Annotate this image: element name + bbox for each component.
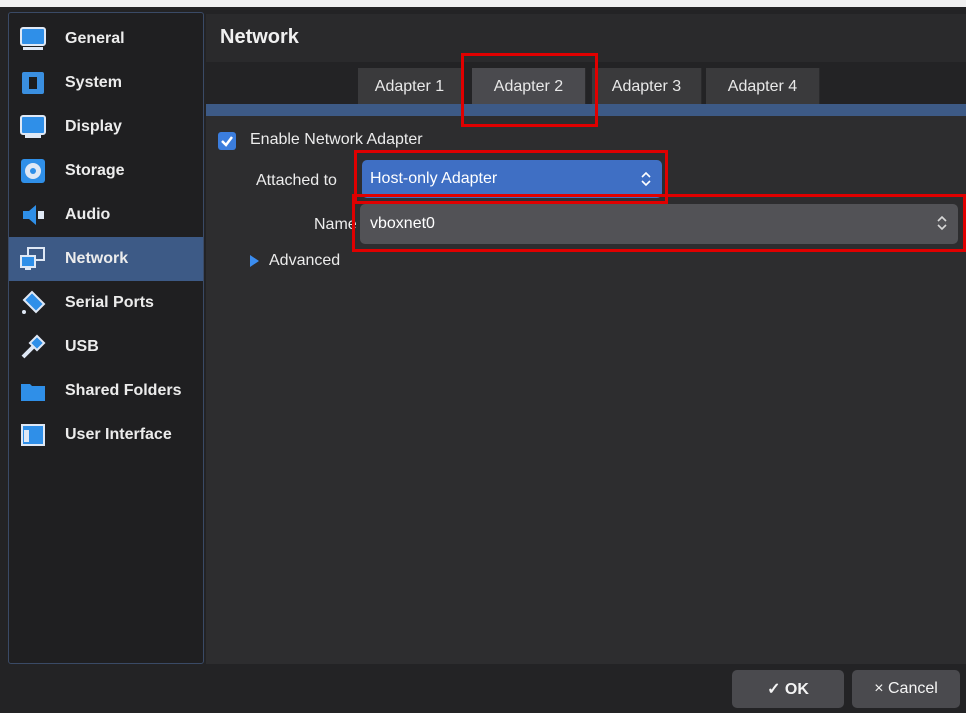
sidebar-item-general[interactable]: General: [9, 17, 203, 61]
sidebar-item-label: User Interface: [65, 426, 172, 443]
sidebar-item-storage[interactable]: Storage: [9, 149, 203, 193]
usb-icon: [19, 333, 47, 361]
sidebar-item-label: USB: [65, 338, 99, 355]
monitor-icon: [19, 25, 47, 53]
cancel-button[interactable]: × Cancel: [852, 670, 960, 708]
folder-icon: [19, 377, 47, 405]
chip-icon: [19, 69, 47, 97]
page-title: Network: [220, 26, 299, 48]
sidebar-item-user-interface[interactable]: User Interface: [9, 413, 203, 457]
enable-adapter-label: Enable Network Adapter: [250, 131, 423, 148]
tab-adapter-4[interactable]: Adapter 4: [706, 68, 820, 106]
disk-icon: [19, 157, 47, 185]
advanced-disclosure[interactable]: Advanced: [250, 252, 340, 270]
sidebar-item-usb[interactable]: USB: [9, 325, 203, 369]
sidebar-item-label: Display: [65, 118, 122, 135]
serial-port-icon: [19, 289, 47, 317]
sidebar-item-label: System: [65, 74, 122, 91]
ok-button[interactable]: ✓ OK: [732, 670, 844, 708]
checkmark-icon: [221, 136, 233, 147]
sidebar-item-serial-ports[interactable]: Serial Ports: [9, 281, 203, 325]
highlight-box-name: [352, 194, 966, 252]
sidebar-item-system[interactable]: System: [9, 61, 203, 105]
sidebar-item-label: Shared Folders: [65, 382, 182, 399]
advanced-label: Advanced: [269, 252, 341, 269]
sidebar-item-label: Serial Ports: [65, 294, 154, 311]
display-icon: [19, 113, 47, 141]
window-icon: [19, 421, 47, 449]
sidebar-item-label: Audio: [65, 206, 111, 223]
sidebar-item-label: General: [65, 30, 125, 47]
sidebar-item-label: Storage: [65, 162, 125, 179]
title-strip: [0, 0, 966, 7]
speaker-icon: [19, 201, 47, 229]
attached-to-label: Attached to: [256, 172, 337, 189]
sidebar-item-display[interactable]: Display: [9, 105, 203, 149]
tab-adapter-3[interactable]: Adapter 3: [592, 68, 702, 106]
disclosure-triangle-icon: [250, 255, 259, 267]
sidebar: General System Display Storage Audio Net…: [8, 12, 204, 664]
sidebar-item-audio[interactable]: Audio: [9, 193, 203, 237]
tab-adapter-1[interactable]: Adapter 1: [358, 68, 462, 106]
network-icon: [19, 245, 47, 273]
sidebar-item-network[interactable]: Network: [9, 237, 203, 281]
name-label: Name: [314, 216, 357, 233]
sidebar-item-shared-folders[interactable]: Shared Folders: [9, 369, 203, 413]
enable-adapter-checkbox[interactable]: [218, 132, 236, 150]
highlight-box-adapter-tab: [461, 53, 598, 127]
settings-dialog: General System Display Storage Audio Net…: [0, 0, 966, 713]
sidebar-item-label: Network: [65, 250, 129, 267]
